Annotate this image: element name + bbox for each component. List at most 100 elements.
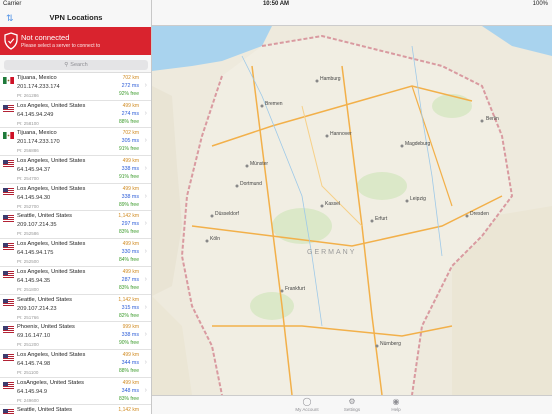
server-ip: 209.107.214.35 — [17, 222, 57, 229]
svg-text:Hannover: Hannover — [330, 131, 352, 137]
server-row[interactable]: Los Angeles, United States 64.145.94.37 PI… — [0, 156, 151, 184]
server-pi: PI: 254700 — [17, 176, 39, 182]
svg-text:Köln: Köln — [210, 236, 220, 242]
server-distance: 1,142 km — [118, 213, 139, 220]
svg-text:Leipzig: Leipzig — [410, 196, 426, 202]
server-capacity: 83% free — [118, 395, 139, 402]
us-flag-icon — [3, 353, 14, 361]
server-name: Los Angeles, United States — [17, 102, 86, 109]
server-row[interactable]: Tijuana, Mexico 201.174.233.170 PI: 256886… — [0, 128, 151, 157]
svg-text:Frankfurt: Frankfurt — [285, 286, 306, 292]
status-subtitle: Please select a server to connect to — [21, 43, 101, 49]
server-ip: 64.145.74.98 — [17, 360, 51, 367]
server-pi: PI: 252700 — [17, 203, 39, 209]
connection-status-banner: Not connected Please select a server to … — [0, 27, 151, 55]
server-row[interactable]: Seattle, United States 209.107.214.35 PI: … — [0, 211, 151, 240]
server-latency: 348 ms — [121, 387, 139, 394]
server-distance: 499 km — [122, 241, 139, 248]
chevron-right-icon: › — [144, 82, 147, 89]
gear-icon: ⚙ — [348, 397, 356, 406]
tab-label: Help — [391, 407, 401, 412]
help-icon: ◉ — [392, 397, 400, 406]
tab-settings[interactable]: ⚙ Settings — [332, 397, 372, 412]
server-ip: 64.145.94.9 — [17, 388, 48, 395]
server-pi: PI: 252500 — [17, 259, 39, 265]
server-ip: 64.145.94.37 — [17, 167, 51, 174]
server-list: Tijuana, Mexico 201.174.233.174 PI: 261286… — [0, 73, 151, 414]
account-icon: ◯ — [302, 397, 312, 406]
server-latency: 315 ms — [121, 304, 139, 311]
search-placeholder: Search — [70, 62, 88, 68]
tab-my-account[interactable]: ◯ My Account — [287, 397, 327, 412]
map-canvas: Hamburg Bremen Hannover Berlin Magdeburg… — [152, 26, 552, 395]
search-icon: ⚲ — [64, 62, 69, 68]
us-flag-icon — [3, 381, 14, 389]
server-distance: 499 km — [122, 379, 139, 386]
tab-help[interactable]: ◉ Help — [376, 397, 416, 412]
svg-text:Dortmund: Dortmund — [240, 181, 262, 187]
server-capacity: 83% free — [118, 284, 139, 291]
server-latency: 338 ms — [121, 332, 139, 339]
svg-text:Nürnberg: Nürnberg — [380, 341, 401, 347]
server-row[interactable]: Los Angeles, United States 64.145.94.249 P… — [0, 100, 151, 129]
server-row[interactable]: Tijuana, Mexico 201.174.233.174 PI: 261286… — [0, 73, 151, 101]
chevron-right-icon: › — [144, 109, 147, 117]
server-row[interactable]: Phoenix, United States 69.16.147.10 PI: 25… — [0, 322, 151, 350]
server-distance: 1,142 km — [118, 296, 139, 303]
us-flag-icon — [3, 298, 14, 306]
server-row[interactable]: Seattle, United States1,142 km› — [0, 405, 151, 414]
clock: 10:50 AM — [262, 1, 290, 7]
server-name: Phoenix, United States — [17, 324, 75, 331]
svg-text:Berlin: Berlin — [486, 116, 499, 122]
server-row[interactable]: Los Angeles, United States 64.145.94.175 P… — [0, 239, 151, 267]
chevron-right-icon: › — [144, 358, 147, 366]
server-distance: 1,142 km — [118, 407, 139, 414]
mexico-flag-icon — [3, 132, 14, 140]
server-distance: 499 km — [122, 185, 139, 192]
server-pi: PI: 251200 — [17, 342, 39, 348]
server-capacity: 82% free — [118, 312, 139, 319]
server-capacity: 92% free — [118, 91, 139, 97]
svg-text:Bremen: Bremen — [265, 101, 283, 107]
server-capacity: 90% free — [118, 340, 139, 347]
server-pi: PI: 256886 — [17, 148, 39, 154]
server-ip: 64.145.94.35 — [17, 277, 51, 284]
server-row[interactable]: Los Angeles, United States 64.145.74.98 PI… — [0, 349, 151, 378]
server-name: LosAngeles, United States — [17, 379, 85, 386]
chevron-right-icon: › — [144, 275, 147, 283]
search-input[interactable]: ⚲ Search — [4, 60, 148, 70]
server-row[interactable]: Seattle, United States 209.107.214.23 PI: … — [0, 294, 151, 323]
server-row[interactable]: Los Angeles, United States 64.145.94.35 PI… — [0, 266, 151, 295]
server-distance: 499 km — [122, 158, 139, 165]
server-pi: PI: 249600 — [17, 397, 39, 403]
tab-label: Settings — [343, 407, 361, 412]
server-name: Tijuana, Mexico — [17, 130, 57, 137]
server-latency: 305 ms — [121, 138, 139, 145]
server-row[interactable]: Los Angeles, United States 64.145.94.30 PI… — [0, 183, 151, 212]
country-label: GERMANY — [307, 249, 356, 256]
chevron-right-icon: › — [144, 192, 147, 200]
nav-bar: ⇅ VPN Locations — [0, 10, 151, 27]
server-row[interactable]: LosAngeles, United States 64.145.94.9 PI: … — [0, 377, 151, 406]
chevron-right-icon: › — [144, 386, 147, 394]
tab-bar: ◯ My Account ⚙ Settings ◉ Help — [152, 395, 552, 414]
server-latency: 344 ms — [121, 359, 139, 366]
server-distance: 499 km — [122, 102, 139, 109]
server-name: Seattle, United States — [17, 213, 73, 220]
server-latency: 338 ms — [121, 193, 139, 200]
svg-text:Erfurt: Erfurt — [375, 216, 388, 222]
map-view[interactable]: Hamburg Bremen Hannover Berlin Magdeburg… — [152, 26, 552, 395]
us-flag-icon — [3, 215, 14, 223]
us-flag-icon — [3, 243, 14, 251]
server-capacity: 83% free — [118, 229, 139, 236]
server-capacity: 91% free — [118, 146, 139, 153]
chevron-right-icon: › — [144, 165, 147, 173]
search-bar: ⚲ Search — [0, 57, 151, 73]
tab-label: My Account — [295, 407, 319, 412]
server-ip: 64.145.94.30 — [17, 194, 51, 201]
server-name: Tijuana, Mexico — [17, 75, 57, 81]
us-flag-icon — [3, 104, 14, 112]
server-pi: PI: 258100 — [17, 120, 39, 126]
server-name: Seattle, United States — [17, 296, 73, 303]
server-capacity: 91% free — [118, 174, 139, 181]
